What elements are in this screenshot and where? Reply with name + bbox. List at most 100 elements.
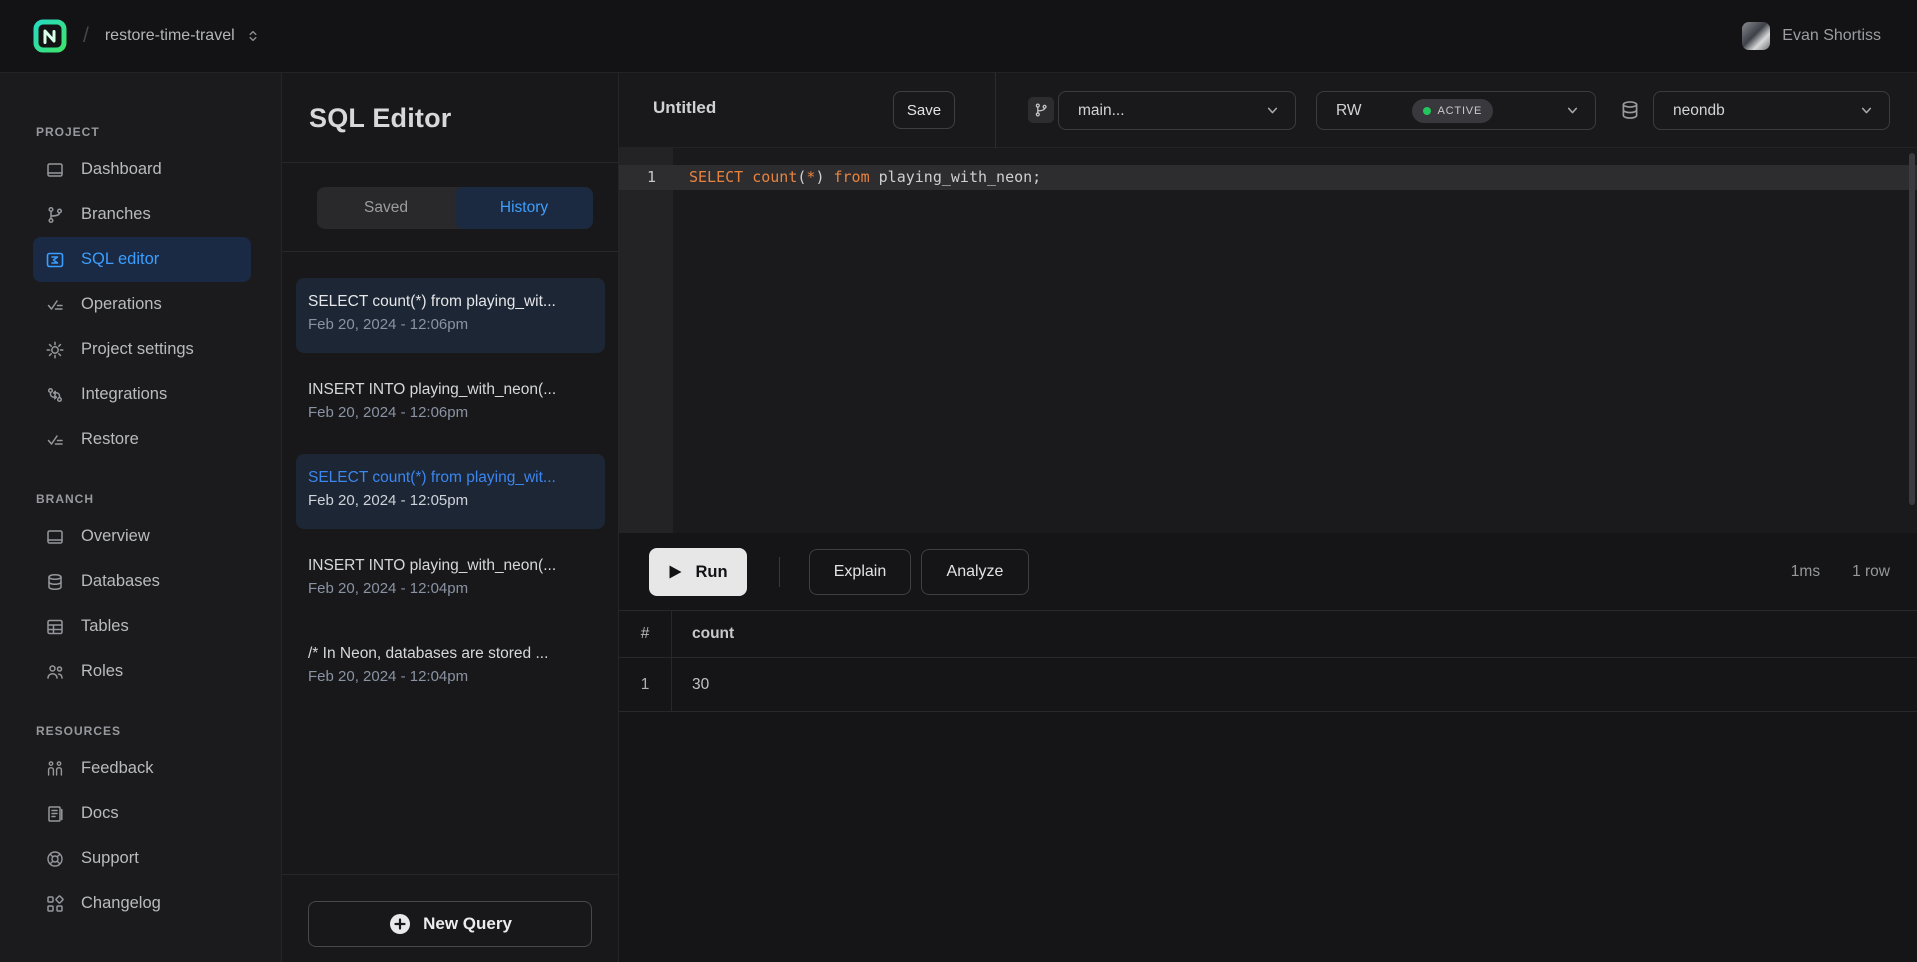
line-number: 1 bbox=[619, 165, 673, 190]
dashboard-icon bbox=[45, 160, 65, 180]
query-duration: 1ms bbox=[1791, 563, 1820, 581]
compute-select-value: RW bbox=[1336, 102, 1362, 120]
neon-logo[interactable] bbox=[33, 19, 67, 53]
table-row: 130 bbox=[619, 658, 1917, 712]
section-label: BRANCH bbox=[36, 492, 281, 506]
history-item[interactable]: SELECT count(*) from playing_wit...Feb 2… bbox=[296, 278, 605, 353]
tab-saved[interactable]: Saved bbox=[317, 187, 455, 229]
history-query: SELECT count(*) from playing_wit... bbox=[308, 291, 593, 313]
database-cylinder-icon bbox=[45, 572, 65, 592]
roles-icon bbox=[45, 662, 65, 682]
sidebar-item-feedback[interactable]: Feedback bbox=[33, 746, 251, 791]
database-select[interactable]: neondb bbox=[1653, 91, 1890, 130]
sidebar-item-label: Feedback bbox=[81, 759, 153, 778]
sidebar-item-docs[interactable]: Docs bbox=[33, 791, 251, 836]
code-text: SELECT count(*) from playing_with_neon; bbox=[689, 165, 1041, 190]
sidebar-item-label: Roles bbox=[81, 662, 123, 681]
new-query-button[interactable]: New Query bbox=[308, 901, 592, 947]
history-timestamp: Feb 20, 2024 - 12:05pm bbox=[308, 489, 593, 513]
history-timestamp: Feb 20, 2024 - 12:06pm bbox=[308, 313, 593, 337]
sidebar-item-label: Dashboard bbox=[81, 160, 162, 179]
sidebar-item-integrations[interactable]: Integrations bbox=[33, 372, 251, 417]
sidebar-item-label: Overview bbox=[81, 527, 150, 546]
sidebar-item-roles[interactable]: Roles bbox=[33, 649, 251, 694]
sidebar-item-dashboard[interactable]: Dashboard bbox=[33, 147, 251, 192]
saved-history-toggle: SavedHistory bbox=[317, 187, 593, 229]
chevron-down-icon bbox=[1264, 102, 1281, 119]
history-timestamp: Feb 20, 2024 - 12:04pm bbox=[308, 577, 593, 601]
plus-icon bbox=[388, 912, 412, 936]
sidebar-item-sql-editor[interactable]: SQL editor bbox=[33, 237, 251, 282]
history-item[interactable]: /* In Neon, databases are stored ...Feb … bbox=[296, 630, 605, 705]
sidebar-item-label: Restore bbox=[81, 430, 139, 449]
project-name: restore-time-travel bbox=[105, 27, 235, 45]
sidebar-item-project-settings[interactable]: Project settings bbox=[33, 327, 251, 372]
query-history-list: SELECT count(*) from playing_wit...Feb 2… bbox=[282, 252, 618, 874]
column-header-count: count bbox=[672, 611, 734, 657]
actions-row: Run Explain Analyze 1ms 1 row bbox=[619, 533, 1917, 611]
sidebar-item-label: Operations bbox=[81, 295, 162, 314]
results-table: #count130 bbox=[619, 611, 1917, 712]
history-timestamp: Feb 20, 2024 - 12:04pm bbox=[308, 665, 593, 689]
docs-icon bbox=[45, 804, 65, 824]
sidebar-item-label: Integrations bbox=[81, 385, 167, 404]
database-select-value: neondb bbox=[1673, 102, 1725, 120]
sidebar-item-databases[interactable]: Databases bbox=[33, 559, 251, 604]
play-icon bbox=[668, 564, 683, 580]
feedback-icon bbox=[45, 759, 65, 779]
compute-status-label: ACTIVE bbox=[1438, 105, 1483, 117]
editor-scrollbar[interactable] bbox=[1909, 153, 1915, 505]
query-tab-title: Untitled bbox=[653, 98, 716, 118]
column-header-index: # bbox=[619, 611, 672, 657]
restore-icon bbox=[45, 430, 65, 450]
save-button[interactable]: Save bbox=[893, 91, 955, 129]
integrations-icon bbox=[45, 385, 65, 405]
breadcrumb-separator: / bbox=[83, 24, 89, 48]
sidebar-item-restore[interactable]: Restore bbox=[33, 417, 251, 462]
analyze-button[interactable]: Analyze bbox=[921, 549, 1029, 595]
sidebar-item-operations[interactable]: Operations bbox=[33, 282, 251, 327]
section-label: PROJECT bbox=[36, 125, 281, 139]
tab-history[interactable]: History bbox=[455, 187, 593, 229]
run-button[interactable]: Run bbox=[649, 548, 747, 596]
history-query: INSERT INTO playing_with_neon(... bbox=[308, 379, 593, 401]
new-query-label: New Query bbox=[423, 914, 512, 934]
toolbar-divider bbox=[995, 73, 996, 148]
sidebar-item-branches[interactable]: Branches bbox=[33, 192, 251, 237]
history-item[interactable]: INSERT INTO playing_with_neon(...Feb 20,… bbox=[296, 366, 605, 441]
sidebar-item-support[interactable]: Support bbox=[33, 836, 251, 881]
operations-icon bbox=[45, 295, 65, 315]
sidebar-item-changelog[interactable]: Changelog bbox=[33, 881, 251, 926]
table-header-row: #count bbox=[619, 611, 1917, 658]
avatar bbox=[1742, 22, 1770, 50]
chevron-down-icon bbox=[1564, 102, 1581, 119]
sidebar-item-overview[interactable]: Overview bbox=[33, 514, 251, 559]
sidebar-item-label: Databases bbox=[81, 572, 160, 591]
sidebar-item-label: Project settings bbox=[81, 340, 194, 359]
support-icon bbox=[45, 849, 65, 869]
code-editor[interactable]: 1 SELECT count(*) from playing_with_neon… bbox=[619, 148, 1917, 533]
user-name: Evan Shortiss bbox=[1782, 27, 1881, 45]
branches-icon bbox=[45, 205, 65, 225]
compute-select[interactable]: RW ACTIVE bbox=[1316, 91, 1596, 130]
history-item[interactable]: SELECT count(*) from playing_wit...Feb 2… bbox=[296, 454, 605, 529]
sidebar-item-label: Docs bbox=[81, 804, 119, 823]
sidebar: PROJECT Dashboard BranchesSQL editor Operat… bbox=[0, 73, 281, 962]
sidebar-item-label: Tables bbox=[81, 617, 129, 636]
history-timestamp: Feb 20, 2024 - 12:06pm bbox=[308, 401, 593, 425]
explain-button[interactable]: Explain bbox=[809, 549, 911, 595]
table-icon bbox=[45, 617, 65, 637]
row-count: 1 row bbox=[1852, 563, 1890, 581]
branch-select[interactable]: main... bbox=[1058, 91, 1296, 130]
history-item[interactable]: INSERT INTO playing_with_neon(...Feb 20,… bbox=[296, 542, 605, 617]
sql-editor-icon bbox=[45, 250, 65, 270]
changelog-icon bbox=[45, 894, 65, 914]
topbar: / restore-time-travel Evan Shortiss bbox=[0, 0, 1917, 73]
updown-icon bbox=[245, 28, 261, 44]
branch-select-value: main... bbox=[1078, 102, 1125, 120]
project-selector[interactable]: restore-time-travel bbox=[105, 27, 261, 45]
editor-toolbar: Untitled Save main... RW ACTIVE neondb bbox=[619, 73, 1917, 148]
history-query: /* In Neon, databases are stored ... bbox=[308, 643, 593, 665]
user-menu[interactable]: Evan Shortiss bbox=[1736, 21, 1887, 51]
sidebar-item-tables[interactable]: Tables bbox=[33, 604, 251, 649]
